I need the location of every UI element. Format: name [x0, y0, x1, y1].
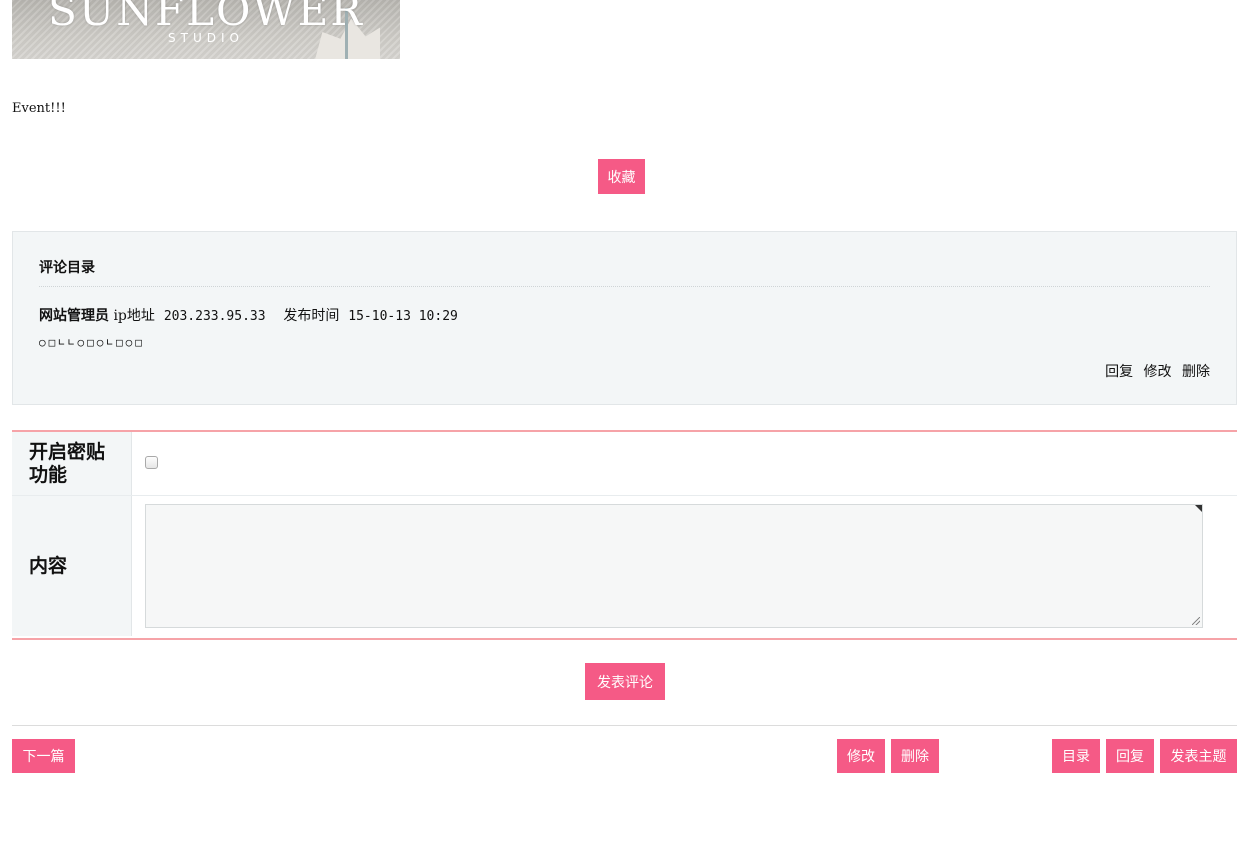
comment-ip-label: ip地址 [113, 308, 155, 324]
secret-checkbox[interactable] [145, 456, 158, 469]
resize-grip-icon[interactable] [1192, 617, 1200, 625]
comment-delete-link[interactable]: 删除 [1182, 364, 1210, 380]
banner-logo-title: SUNFLOWER [48, 0, 364, 35]
comment-list: 评论目录 网站管理员 ip地址 203.233.95.33 发布时间 15-10… [12, 231, 1237, 405]
comment-actions: 回复 修改 删除 [1099, 361, 1210, 381]
secret-row: 开启密贴 功能 [12, 432, 1237, 496]
content-textarea[interactable] [145, 504, 1203, 628]
comment-meta: 网站管理员 ip地址 203.233.95.33 发布时间 15-10-13 1… [39, 305, 458, 325]
new-topic-button[interactable]: 发表主题 [1160, 739, 1237, 773]
comment-body: ○□∟∟○□○∟□○□ [39, 336, 145, 349]
comment-divider [39, 286, 1210, 287]
banner-image: SUNFLOWER STUDIO [12, 0, 400, 59]
list-button[interactable]: 目录 [1052, 739, 1100, 773]
delete-post-button[interactable]: 删除 [891, 739, 939, 773]
collect-button[interactable]: 收藏 [598, 159, 645, 194]
secret-label-line2: 功能 [29, 463, 68, 486]
content-label: 内容 [12, 496, 132, 636]
reply-post-button[interactable]: 回复 [1106, 739, 1154, 773]
content-row: 内容 [12, 496, 1237, 636]
comment-form: 开启密贴 功能 内容 [12, 430, 1237, 640]
comment-reply-link[interactable]: 回复 [1105, 364, 1133, 380]
comment-author: 网站管理员 [39, 308, 109, 324]
post-body-text: Event!!! [12, 101, 66, 116]
comment-ip-value: 203.233.95.33 [163, 309, 266, 324]
next-post-button[interactable]: 下一篇 [12, 739, 75, 773]
banner-logo-subtitle: STUDIO [168, 31, 244, 45]
edit-post-button[interactable]: 修改 [837, 739, 885, 773]
footer-divider [12, 725, 1237, 726]
submit-comment-button[interactable]: 发表评论 [585, 663, 665, 700]
page: SUNFLOWER STUDIO Event!!! 收藏 评论目录 网站管理员 … [0, 0, 1240, 843]
secret-label: 开启密贴 功能 [12, 432, 132, 495]
comment-list-heading: 评论目录 [39, 260, 95, 276]
comment-time-label: 发布时间 [283, 308, 340, 324]
comment-edit-link[interactable]: 修改 [1144, 364, 1172, 380]
secret-label-line1: 开启密贴 [29, 440, 106, 463]
textarea-corner-marker [1195, 505, 1202, 512]
comment-time-value: 15-10-13 10:29 [348, 309, 458, 324]
